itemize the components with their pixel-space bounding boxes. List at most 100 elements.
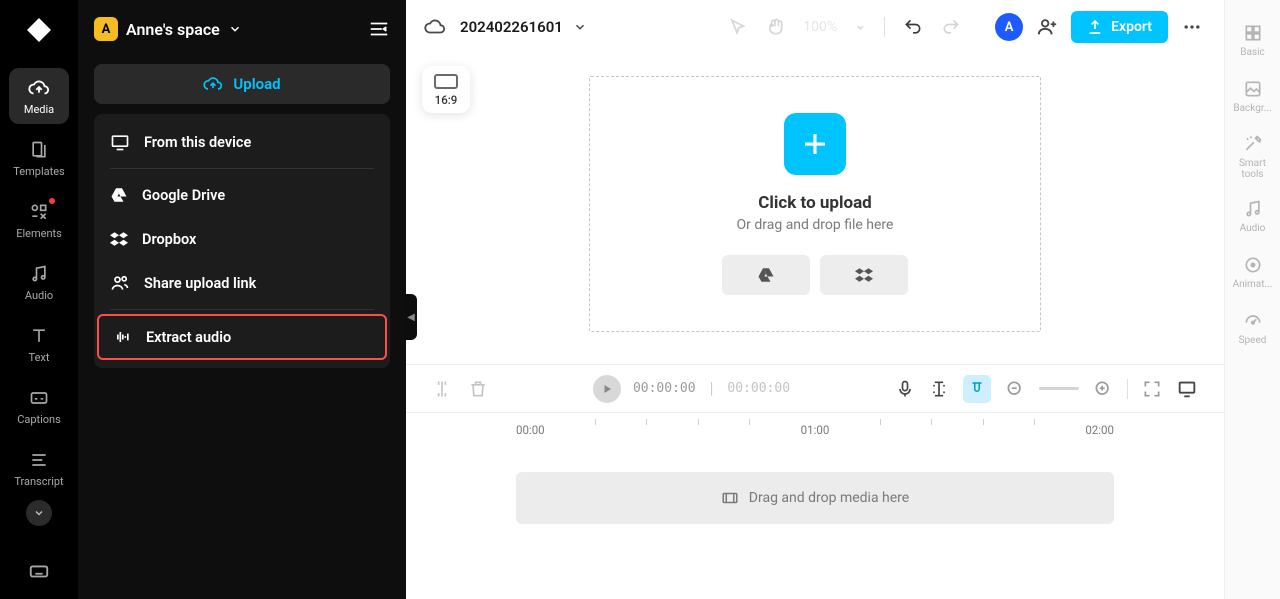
rail-label: Audio [25,289,53,302]
menu-separator [110,309,374,310]
provider-dropbox[interactable] [820,255,908,295]
rail-label: Transcript [14,475,63,488]
trash-icon[interactable] [468,379,488,399]
mic-icon[interactable] [895,379,915,399]
aspect-ratio-chip[interactable]: 16:9 [422,66,470,113]
panel-menu-button[interactable] [368,18,390,40]
dropzone-title: Click to upload [758,193,871,213]
undo-icon[interactable] [903,17,923,37]
ratio-label: 16:9 [435,93,458,107]
invite-button[interactable] [1033,13,1061,41]
upload-dropbox[interactable]: Dropbox [94,217,390,261]
topbar: 202402261601 100% A Export [406,0,1224,54]
audio-icon [1242,198,1264,220]
zoom-out-icon[interactable] [1005,379,1025,399]
upload-from-device[interactable]: From this device [94,120,390,164]
rr-basic[interactable]: Basic [1229,14,1277,66]
audio-waveform-icon [112,327,132,347]
people-icon [110,273,130,293]
rr-label: Animat... [1233,279,1273,290]
time-current: 00:00:00 [633,381,696,396]
marker-icon[interactable] [929,379,949,399]
transcript-icon [27,448,51,472]
ratio-icon [434,74,458,89]
rail-transcript[interactable]: Transcript [9,440,69,496]
ruler-mark: 01:00 [801,413,830,437]
text-icon [27,324,51,348]
captions-icon [27,386,51,410]
extract-audio[interactable]: Extract audio [97,314,387,360]
rail-label: Captions [17,413,61,426]
cloud-save-icon[interactable] [424,16,446,38]
rail-captions[interactable]: Captions [9,378,69,434]
redo-icon[interactable] [941,17,961,37]
menu-label: From this device [144,134,251,151]
ruler-mark: 00:00 [516,413,545,437]
project-name-button[interactable]: 202402261601 [460,18,587,36]
rr-animation[interactable]: Animat... [1229,246,1277,298]
elements-icon [27,200,51,224]
upload-share-link[interactable]: Share upload link [94,261,390,305]
user-avatar[interactable]: A [995,13,1023,41]
hand-icon[interactable] [765,17,785,37]
rr-label: Speed [1239,335,1267,346]
dropzone-subtitle: Or drag and drop file here [737,217,894,233]
cloud-upload-icon [203,74,223,94]
pointer-icon[interactable] [727,17,747,37]
tc-center: 00:00:00 | 00:00:00 [593,375,790,403]
plus-icon [800,129,830,159]
upload-google-drive[interactable]: Google Drive [94,173,390,217]
magic-wand-icon [1242,133,1264,155]
rr-smart-tools[interactable]: Smart tools [1229,126,1277,186]
provider-google-drive[interactable] [722,255,810,295]
workspace-selector[interactable]: A Anne's space [94,17,242,41]
rail-elements[interactable]: Elements [9,192,69,248]
rail-media[interactable]: Media [9,68,69,124]
preview-icon[interactable] [1176,378,1198,400]
rr-speed[interactable]: Speed [1229,302,1277,354]
play-button[interactable] [593,375,621,403]
snap-button[interactable] [963,375,991,403]
more-button[interactable] [1178,17,1206,37]
workspace-avatar: A [94,17,118,41]
track-placeholder[interactable]: Drag and drop media here [516,472,1114,524]
split-icon[interactable] [432,379,452,399]
dropbox-icon [110,230,128,248]
zoom-in-icon[interactable] [1093,379,1113,399]
play-icon [601,383,613,395]
rr-audio[interactable]: Audio [1229,190,1277,242]
upload-dropdown: From this device Google Drive Dropbox Sh… [94,114,390,368]
rr-label: Audio [1240,223,1266,234]
sliders-icon [1242,22,1264,44]
rail-expand-button[interactable] [26,500,52,526]
timeline-ruler[interactable]: 00:00 01:00 02:00 [406,412,1224,442]
upload-dropzone[interactable]: Click to upload Or drag and drop file he… [589,76,1041,332]
rr-background[interactable]: Backgr... [1229,70,1277,122]
upload-plus-button[interactable] [784,113,846,175]
topbar-center: 100% [727,17,961,37]
chevron-down-icon[interactable] [855,22,866,33]
rr-label: Basic [1240,47,1265,58]
rail-audio[interactable]: Audio [9,254,69,310]
menu-label: Google Drive [142,187,225,204]
rr-label: Smart tools [1229,158,1277,180]
rr-label: Backgr... [1233,103,1271,114]
chevron-down-icon [573,20,587,34]
track-area[interactable]: Drag and drop media here [406,442,1224,599]
fit-icon[interactable] [1142,379,1162,399]
upload-button[interactable]: Upload [94,64,390,104]
rail-text[interactable]: Text [9,316,69,372]
animation-icon [1242,254,1264,276]
tc-right [895,375,1198,403]
templates-icon [27,138,51,162]
menu-label: Share upload link [144,275,256,292]
zoom-slider[interactable] [1039,387,1079,390]
tc-left [432,379,488,399]
export-button[interactable]: Export [1071,11,1168,43]
zoom-level[interactable]: 100% [803,19,837,35]
notification-dot [49,198,55,204]
keyboard-icon[interactable] [27,559,51,583]
ruler-mark: 02:00 [1085,413,1114,437]
rail-templates[interactable]: Templates [9,130,69,186]
topbar-left: 202402261601 [424,16,587,38]
